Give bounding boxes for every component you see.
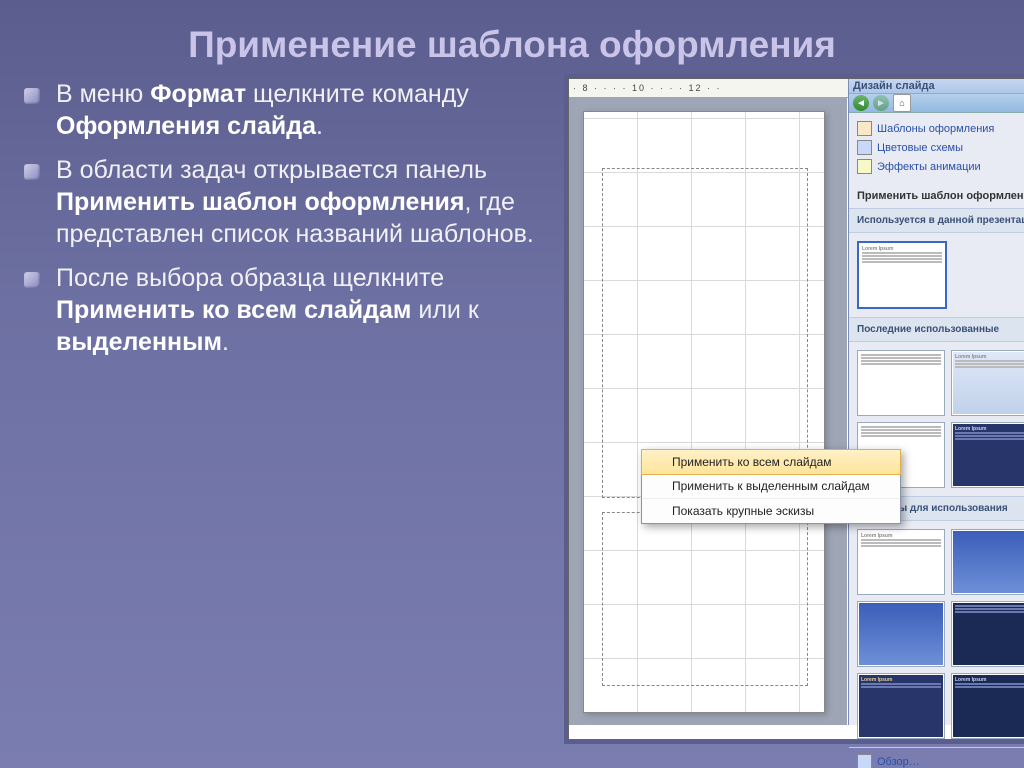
apply-header: Применить шаблон оформления: [849, 182, 1024, 208]
link-animation[interactable]: Эффекты анимации [857, 157, 1024, 176]
bullet-item: После выбора образца щелкните Применить … [24, 262, 554, 358]
text-column: В меню Формат щелкните команду Оформлени… [24, 78, 568, 738]
slide: Применение шаблона оформления В меню Фор… [0, 0, 1024, 768]
bullet-text: В области задач открывается панель Приме… [56, 154, 554, 250]
browse-icon [857, 754, 872, 768]
link-color-schemes[interactable]: Цветовые схемы [857, 138, 1024, 157]
bullet-icon [24, 164, 40, 180]
task-pane-nav: ◄ ► ⌂ [849, 94, 1024, 113]
task-pane: Дизайн слайда ▾ × ◄ ► ⌂ Шаблоны оформлен… [848, 79, 1024, 725]
section-current: Используется в данной презентации [849, 208, 1024, 233]
template-thumb[interactable]: Lorem Ipsum [857, 673, 945, 739]
task-pane-header: Дизайн слайда ▾ × [849, 79, 1024, 94]
template-thumb[interactable]: Lorem Ipsum [951, 350, 1024, 416]
placeholder-box [602, 512, 808, 686]
template-icon [857, 121, 872, 136]
thumbs-current: Lorem Ipsum [849, 233, 1024, 317]
slide-canvas [569, 97, 847, 725]
bullet-item: В области задач открывается панель Приме… [24, 154, 554, 250]
template-thumb[interactable]: Lorem Ipsum [951, 422, 1024, 488]
color-icon [857, 140, 872, 155]
template-thumb[interactable]: Lorem Ipsum [951, 673, 1024, 739]
ctx-show-large[interactable]: Показать крупные эскизы [642, 499, 900, 523]
template-thumb[interactable]: Lorem Ipsum [857, 241, 947, 309]
nav-forward-icon[interactable]: ► [873, 95, 889, 111]
browse-link[interactable]: Обзор… [877, 756, 920, 768]
context-menu: Применить ко всем слайдам Применить к вы… [641, 449, 901, 524]
embedded-screenshot: · 8 · · · · 10 · · · · 12 · · Дизайн сла… [568, 78, 1024, 740]
template-thumb[interactable] [857, 601, 945, 667]
screenshot-column: · 8 · · · · 10 · · · · 12 · · Дизайн сла… [568, 78, 1014, 738]
task-pane-title: Дизайн слайда [853, 80, 935, 92]
template-thumb[interactable]: Lorem Ipsum [857, 529, 945, 595]
template-thumb[interactable] [857, 350, 945, 416]
bullet-icon [24, 272, 40, 288]
bullet-text: После выбора образца щелкните Применить … [56, 262, 554, 358]
section-recent: Последние использованные [849, 317, 1024, 342]
ctx-apply-all[interactable]: Применить ко всем слайдам [641, 449, 901, 475]
task-pane-footer: Обзор… [849, 747, 1024, 768]
nav-back-icon[interactable]: ◄ [853, 95, 869, 111]
content-row: В меню Формат щелкните команду Оформлени… [0, 78, 1024, 738]
bullet-icon [24, 88, 40, 104]
anim-icon [857, 159, 872, 174]
link-templates[interactable]: Шаблоны оформления [857, 119, 1024, 138]
slide-title: Применение шаблона оформления [0, 0, 1024, 78]
thumbs-available: Lorem Ipsum Lorem Ipsum Lorem Ipsum [849, 521, 1024, 747]
bullet-item: В меню Формат щелкните команду Оформлени… [24, 78, 554, 142]
bullet-text: В меню Формат щелкните команду Оформлени… [56, 78, 554, 142]
slide-page [583, 111, 825, 713]
template-thumb[interactable] [951, 601, 1024, 667]
nav-home-icon[interactable]: ⌂ [893, 94, 911, 112]
template-thumb[interactable] [951, 529, 1024, 595]
ctx-apply-selected[interactable]: Применить к выделенным слайдам [642, 474, 900, 499]
task-pane-links: Шаблоны оформления Цветовые схемы Эффект… [849, 113, 1024, 182]
